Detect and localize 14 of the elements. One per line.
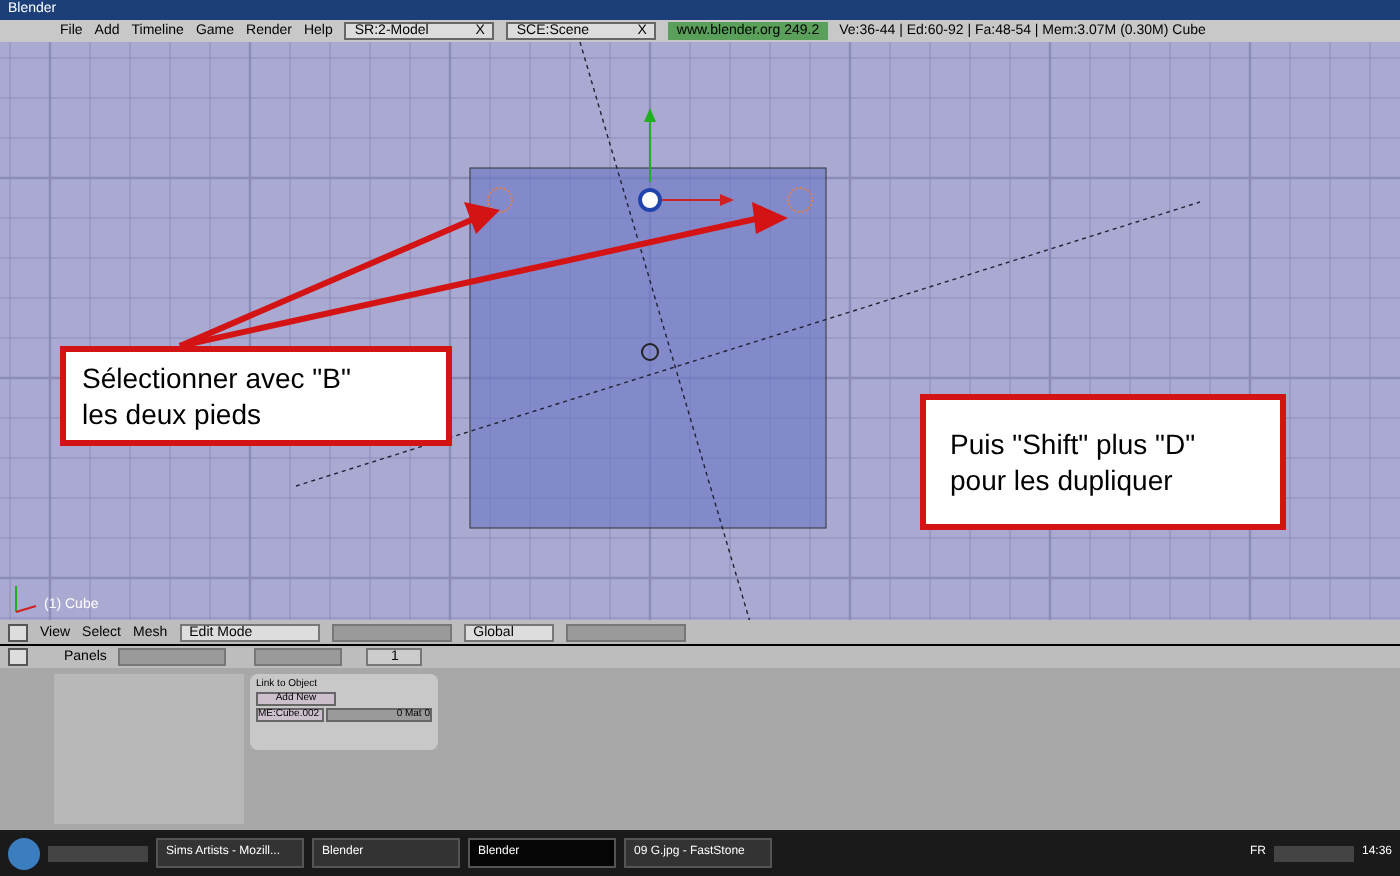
callout-text: les deux pieds (82, 395, 264, 432)
grid-icon[interactable] (8, 623, 28, 642)
callout-text: Sélectionner avec "B" (82, 359, 353, 396)
vertex-selection-icon (787, 186, 813, 213)
cursor-icon (641, 342, 659, 361)
x-axis-arrow (659, 193, 734, 206)
callout-text: Puis "Shift" plus "D" (950, 425, 1198, 462)
axis-gizmo-icon (15, 584, 37, 613)
vertex-selection-icon (487, 186, 513, 213)
manipulator-center-icon (638, 187, 662, 212)
panel-icon[interactable] (8, 648, 28, 667)
start-button[interactable] (8, 837, 40, 870)
y-axis-arrow (644, 107, 656, 183)
callout-text: pour les dupliquer (950, 461, 1175, 498)
